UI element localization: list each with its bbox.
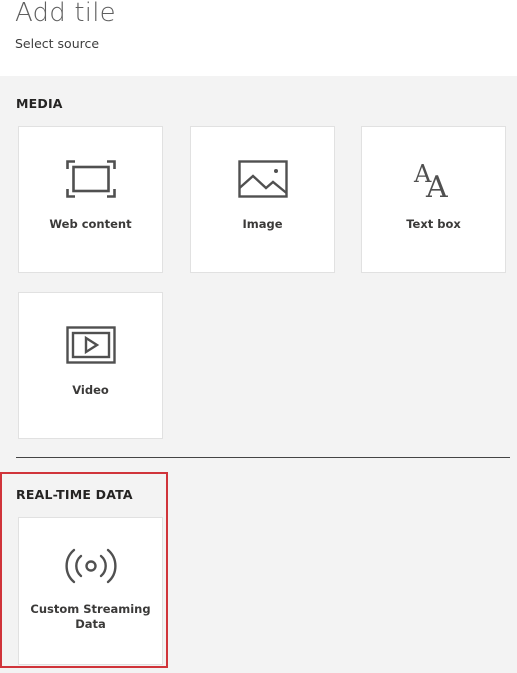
section-heading-media: MEDIA xyxy=(16,96,63,111)
tile-custom-streaming-data[interactable]: Custom Streaming Data xyxy=(18,517,163,665)
tile-label-line-1: Custom Streaming xyxy=(30,602,151,616)
tile-label-video: Video xyxy=(72,383,109,397)
tile-label-custom-streaming-data: Custom Streaming Data xyxy=(19,602,162,632)
page-title: Add tile xyxy=(15,0,116,28)
web-content-icon xyxy=(19,159,162,199)
page-subtitle: Select source xyxy=(15,36,100,51)
tile-image[interactable]: Image xyxy=(190,126,335,273)
tile-video[interactable]: Video xyxy=(18,292,163,439)
svg-text:A: A xyxy=(425,170,448,199)
header: Add tile Select source xyxy=(0,0,517,76)
tile-web-content[interactable]: Web content xyxy=(18,126,163,273)
video-icon xyxy=(19,325,162,365)
image-icon xyxy=(191,159,334,199)
section-heading-realtime: REAL-TIME DATA xyxy=(16,487,133,502)
tile-text-box[interactable]: A A Text box xyxy=(361,126,506,273)
tile-label-image: Image xyxy=(242,217,283,231)
tile-label-text-box: Text box xyxy=(406,217,461,231)
section-divider xyxy=(16,457,510,458)
streaming-icon xyxy=(19,546,162,586)
text-box-icon: A A xyxy=(362,159,505,199)
tile-label-web-content: Web content xyxy=(49,217,132,231)
tile-label-line-2: Data xyxy=(75,617,106,631)
